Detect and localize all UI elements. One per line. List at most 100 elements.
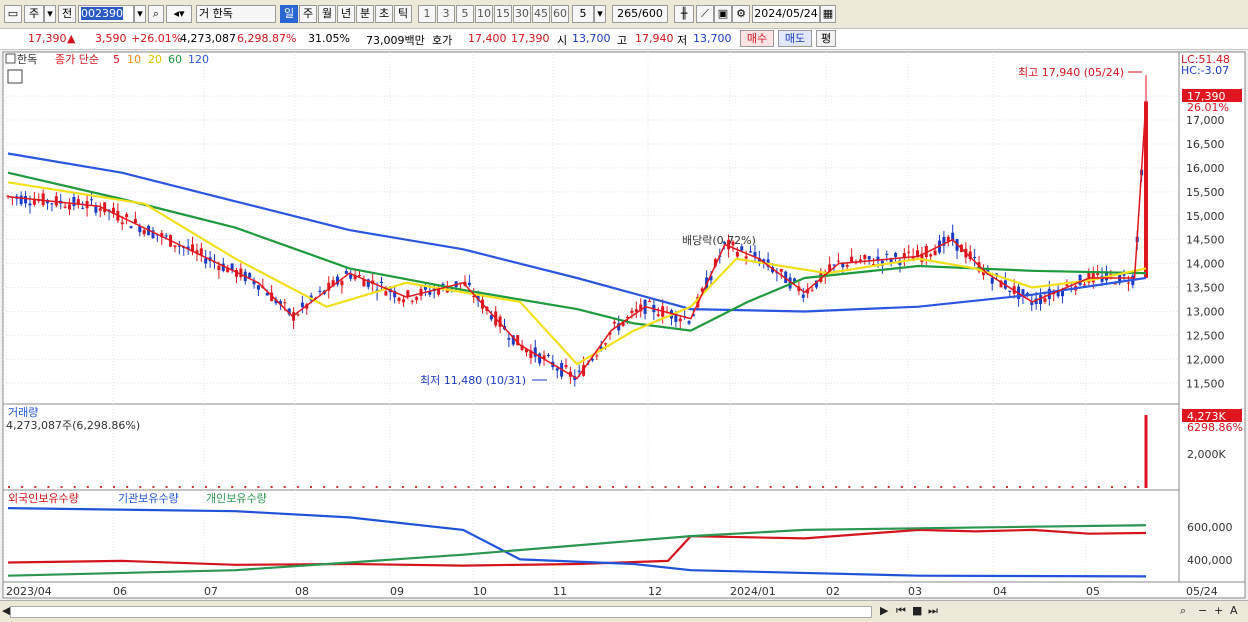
max-label: 최고 17,940 (05/24) [1018,66,1124,79]
window-icon[interactable]: ▭ [4,5,22,23]
candle-body [120,222,124,225]
volume-bar [1071,486,1074,488]
candle-body [415,296,419,301]
keyboard-icon[interactable] [7,69,23,84]
stock-code-input[interactable]: 002390 [78,5,134,23]
sell-button[interactable]: 매도 [778,30,812,47]
interval-value[interactable]: 5 [572,5,594,23]
volume-bar-last [1144,415,1148,488]
period-4[interactable]: 분 [356,5,374,23]
interval-3[interactable]: 10 [475,5,493,23]
candle-body [164,235,168,237]
panel-icon[interactable] [5,53,16,64]
period-1[interactable]: 주 [299,5,317,23]
volume-bar [730,486,733,488]
dividend-label: 배당락(0.72%) [682,234,756,247]
date-field[interactable]: 2024/05/24 [752,5,820,23]
prev-button[interactable]: 전 [58,5,76,23]
interval-4[interactable]: 15 [494,5,512,23]
volume-bar [401,486,404,488]
candle-body [678,318,682,322]
price-tick-8: 15,500 [1186,186,1225,199]
market-select[interactable]: 주 [24,5,44,23]
volume-tick: 2,000K [1187,448,1226,461]
ma-legend-title: 종가 단순 [55,53,99,66]
ma10-label: 10 [127,53,141,66]
scroll-right-icon[interactable]: ▶ [880,604,888,617]
interval-1[interactable]: 3 [437,5,455,23]
candle-body [546,354,550,357]
buy-button[interactable]: 매수 [740,30,774,47]
min-label: 최저 11,480 (10/31) [420,374,526,387]
ma5-label: 5 [113,53,120,66]
speaker-icon[interactable]: ◂▾ [166,5,192,23]
stock-chart: 11,500 12,000 12,500 13,000 13,500 14,000 14,5… [2,51,1246,599]
stock-name-field[interactable]: 거 한독 [196,5,276,23]
period-2[interactable]: 월 [318,5,336,23]
volume-bar [323,486,326,488]
date-axis-bg [2,581,1246,599]
date-tick-11: 04 [993,585,1007,598]
candle-body [296,314,300,316]
interval-2[interactable]: 5 [456,5,474,23]
candle-body [801,294,805,298]
interval-6[interactable]: 45 [532,5,550,23]
volume-bar [126,486,129,488]
eval-button[interactable]: 평 [816,30,836,47]
search-icon[interactable]: ⌕ [148,5,164,23]
candle-body [1126,282,1130,284]
price-tick-0: 11,500 [1186,377,1225,390]
volume-bar [638,486,641,488]
date-tick-3: 08 [295,585,309,598]
volume-bar [677,486,680,488]
interval-5[interactable]: 30 [513,5,531,23]
chevron-down-icon[interactable]: ▾ [134,5,146,23]
volume-bar [47,486,50,488]
volume-bar [428,486,431,488]
stop-icon[interactable]: ■ [912,604,922,617]
zoom-icon[interactable]: ⌕ [1180,604,1186,618]
line-chart-icon[interactable]: ⟋ [696,5,714,23]
horizontal-scrollbar[interactable] [10,606,872,618]
chevron-down-icon[interactable]: ▾ [594,5,606,23]
zoom-in-icon[interactable]: + [1214,604,1223,617]
current-pct-tag: 26.01% [1187,101,1229,114]
candle-body [19,195,23,205]
volume-bar [598,486,601,488]
interval-0[interactable]: 1 [418,5,436,23]
auto-icon[interactable]: A [1230,604,1238,617]
candle-body [1078,274,1082,285]
save-icon[interactable]: ▣ [714,5,732,23]
volume-bar [218,486,221,488]
calendar-icon[interactable]: ▦ [820,5,836,23]
zoom-out-icon[interactable]: − [1198,604,1207,617]
volume-bar [572,486,575,488]
volume-bar [914,486,917,488]
first-icon[interactable]: ⏮ [896,604,906,618]
candle-body [604,343,608,345]
candle-icon[interactable]: ╫ [674,5,694,23]
period-6[interactable]: 틱 [394,5,412,23]
candle-body [990,277,994,284]
period-5[interactable]: 초 [375,5,393,23]
candle-body [98,208,102,211]
period-0[interactable]: 일 [280,5,298,23]
date-tick-12: 05 [1086,585,1100,598]
volume-bar [388,486,391,488]
period-3[interactable]: 년 [337,5,355,23]
volume-bar [782,486,785,488]
volume-bar [953,486,956,488]
last-icon[interactable]: ⏭ [928,604,938,618]
candle-body [89,199,93,201]
chevron-down-icon[interactable]: ▾ [44,5,56,23]
volume-bar [1032,486,1035,488]
candle-body [72,197,76,207]
gear-icon[interactable]: ⚙ [732,5,750,23]
candle-body [1008,290,1012,292]
count-field[interactable]: 265/600 [612,5,668,23]
volume-bar [60,486,63,488]
volume-bar [191,486,194,488]
candle-body [344,270,348,274]
volume-bar [664,486,667,488]
interval-7[interactable]: 60 [551,5,569,23]
